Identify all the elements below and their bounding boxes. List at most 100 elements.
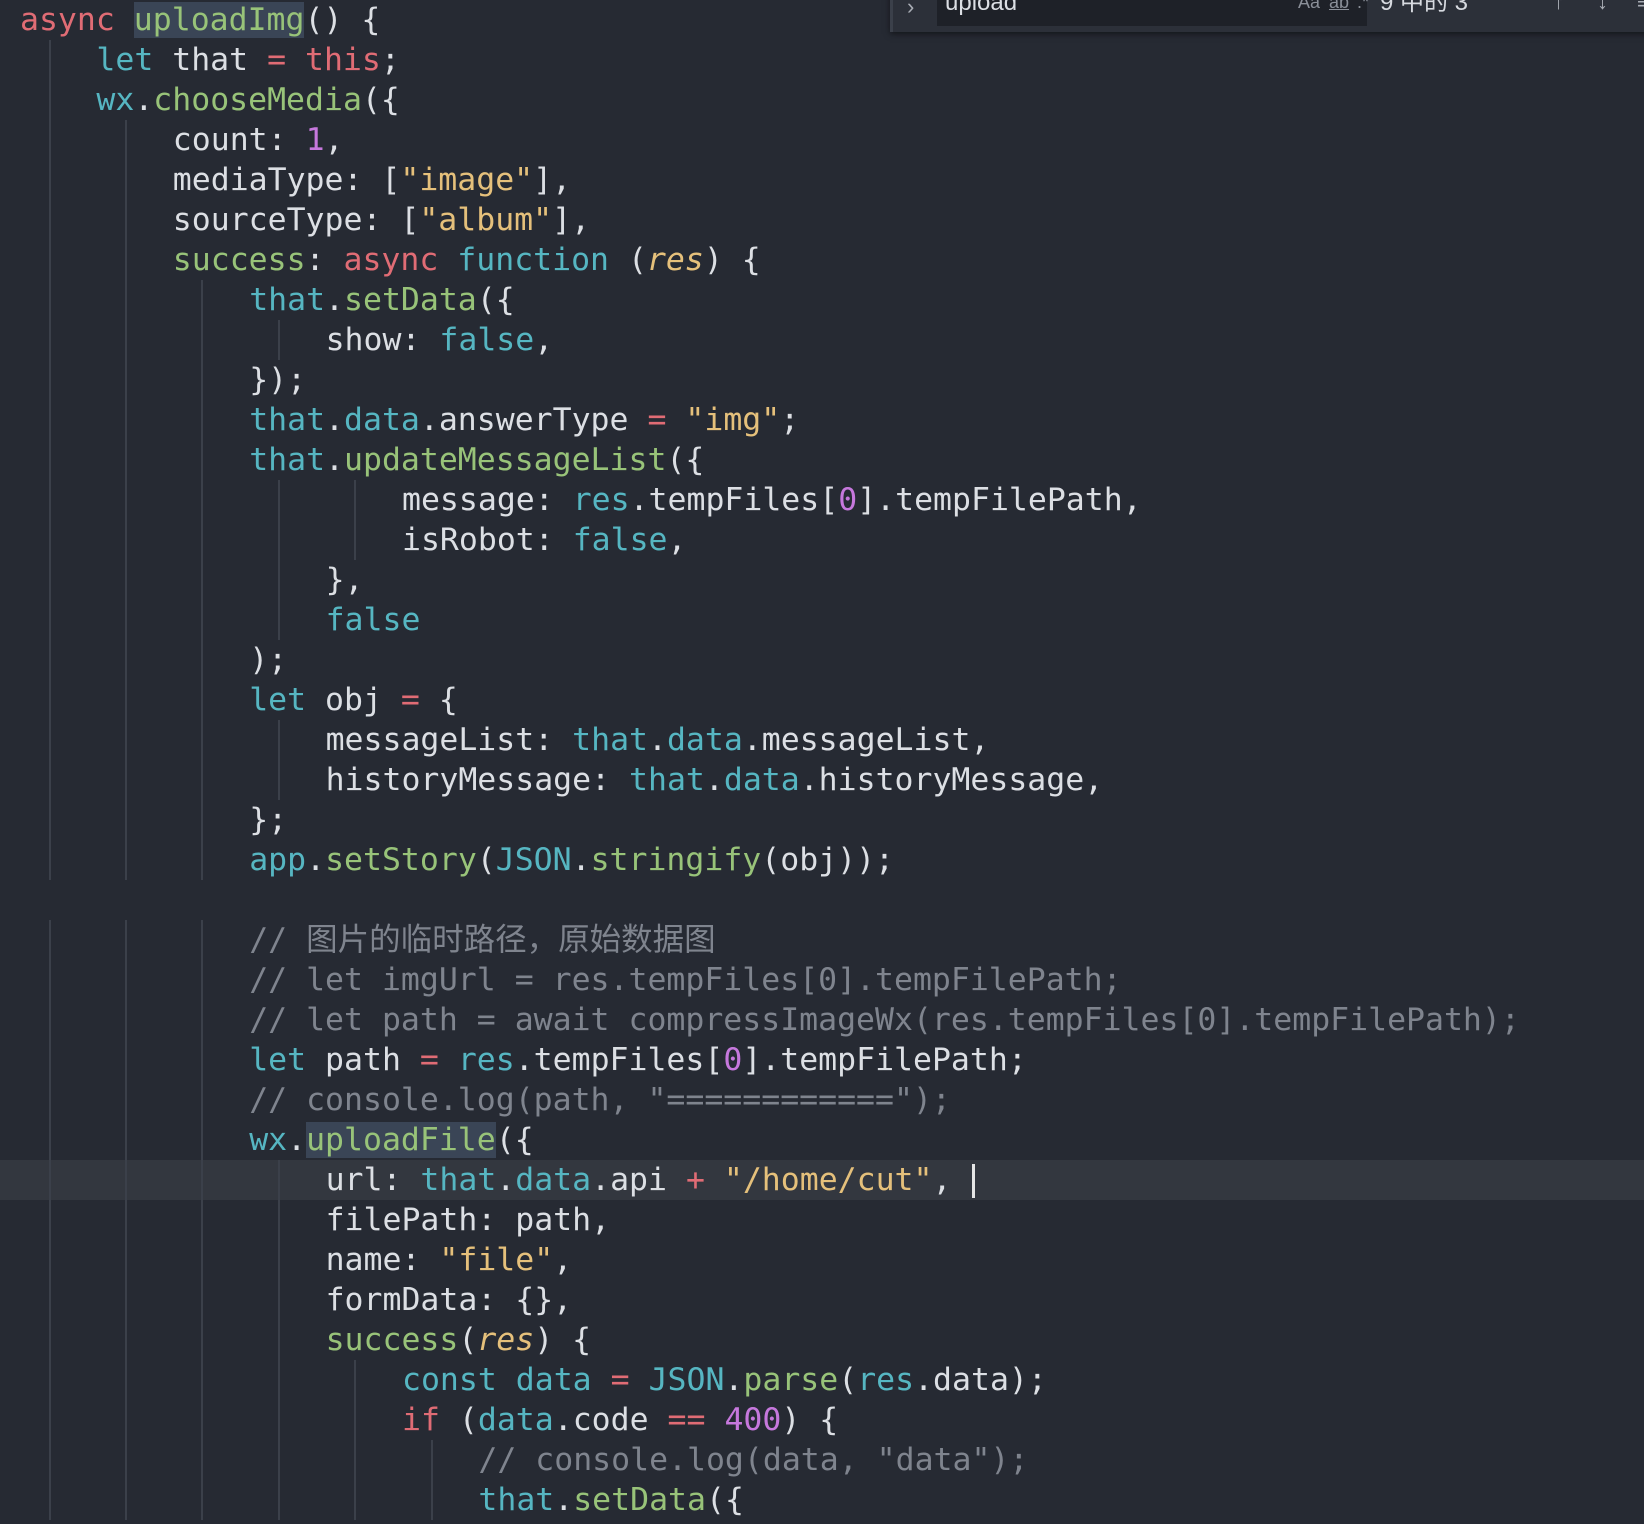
code-token: "file" bbox=[439, 1242, 554, 1278]
code-line[interactable]: sourceType: ["album"], bbox=[0, 200, 1644, 240]
indent-guide bbox=[125, 1240, 128, 1280]
code-line[interactable]: formData: {}, bbox=[0, 1280, 1644, 1320]
indent-guide bbox=[125, 1080, 128, 1120]
code-line[interactable]: }; bbox=[0, 800, 1644, 840]
indent-guide bbox=[354, 1440, 357, 1480]
code-token: data bbox=[723, 762, 800, 798]
indent-guide bbox=[277, 1160, 280, 1200]
indent-guide bbox=[48, 280, 51, 320]
code-token: ( bbox=[458, 1402, 478, 1438]
code-line[interactable]: wx.uploadFile({ bbox=[0, 1120, 1644, 1160]
code-token: .messageList, bbox=[742, 722, 990, 758]
code-line[interactable]: wx.chooseMedia({ bbox=[0, 80, 1644, 120]
code-token: { bbox=[438, 682, 458, 718]
code-line[interactable]: message: res.tempFiles[0].tempFilePath, bbox=[0, 480, 1644, 520]
code-editor[interactable]: async uploadImg() {let that = this; wx.ch… bbox=[0, 0, 1644, 1524]
code-line[interactable]: }, bbox=[0, 560, 1644, 600]
code-line[interactable]: that.data.answerType = "img"; bbox=[0, 400, 1644, 440]
match-whole-word-icon[interactable]: ab bbox=[1329, 0, 1349, 13]
code-line[interactable]: if (data.code == 400) { bbox=[0, 1400, 1644, 1440]
previous-match-icon[interactable]: ↑ bbox=[1553, 0, 1564, 14]
code-line[interactable]: // console.log(data, "data"); bbox=[0, 1440, 1644, 1480]
code-token: res bbox=[857, 1362, 915, 1398]
code-line[interactable]: let obj = { bbox=[0, 680, 1644, 720]
code-line[interactable]: filePath: path, bbox=[0, 1200, 1644, 1240]
indent-guide bbox=[201, 600, 204, 640]
indent-guide bbox=[201, 1080, 204, 1120]
code-token: isRobot: bbox=[402, 522, 573, 558]
code-line[interactable]: app.setStory(JSON.stringify(obj)); bbox=[0, 840, 1644, 880]
code-token: filePath: path, bbox=[325, 1202, 611, 1238]
indent-guide bbox=[201, 1320, 204, 1360]
indent-guide bbox=[125, 680, 128, 720]
indent-guide bbox=[201, 1200, 204, 1240]
code-line[interactable]: false bbox=[0, 600, 1644, 640]
code-line[interactable]: // let path = await compressImageWx(res.… bbox=[0, 1000, 1644, 1040]
code-line[interactable]: // let imgUrl = res.tempFiles[0].tempFil… bbox=[0, 960, 1644, 1000]
indent-guide bbox=[277, 1240, 280, 1280]
indent-guide bbox=[125, 160, 128, 200]
code-token: JSON bbox=[648, 1362, 725, 1398]
code-token: chooseMedia bbox=[153, 82, 362, 118]
code-line[interactable]: const data = JSON.parse(res.data); bbox=[0, 1360, 1644, 1400]
code-token: .tempFiles[ bbox=[514, 1042, 724, 1078]
code-line[interactable]: show: false, bbox=[0, 320, 1644, 360]
indent-guide bbox=[48, 1000, 51, 1040]
code-token: ; bbox=[780, 402, 800, 438]
regex-icon[interactable]: .* bbox=[1357, 0, 1369, 13]
code-token: parse bbox=[743, 1362, 839, 1398]
code-line[interactable]: success: async function (res) { bbox=[0, 240, 1644, 280]
code-lines[interactable]: async uploadImg() {let that = this; wx.ch… bbox=[0, 0, 1644, 1520]
code-line[interactable]: historyMessage: that.data.historyMessage… bbox=[0, 760, 1644, 800]
code-token: = bbox=[647, 402, 686, 438]
code-line[interactable]: // console.log(path, "============"); bbox=[0, 1080, 1644, 1120]
code-line[interactable]: that.updateMessageList({ bbox=[0, 440, 1644, 480]
indent-guide bbox=[201, 440, 204, 480]
code-line[interactable]: messageList: that.data.messageList, bbox=[0, 720, 1644, 760]
indent-guide bbox=[125, 720, 128, 760]
code-line[interactable] bbox=[0, 880, 1644, 920]
code-token: ( bbox=[458, 1322, 478, 1358]
indent-guide bbox=[48, 840, 51, 880]
code-line[interactable]: that.setData({ bbox=[0, 280, 1644, 320]
code-line[interactable]: url: that.data.api + "/home/cut", bbox=[0, 1160, 1644, 1200]
code-token: function bbox=[457, 242, 628, 278]
code-line[interactable]: let that = this; bbox=[0, 40, 1644, 80]
code-line[interactable]: mediaType: ["image"], bbox=[0, 160, 1644, 200]
code-token: ].tempFilePath, bbox=[857, 482, 1142, 518]
indent-guide bbox=[277, 520, 280, 560]
next-match-icon[interactable]: ↓ bbox=[1597, 0, 1608, 14]
code-line[interactable]: }); bbox=[0, 360, 1644, 400]
code-token: // let imgUrl = res.tempFiles[0].tempFil… bbox=[249, 962, 1122, 998]
indent-guide bbox=[48, 520, 51, 560]
find-more-icon[interactable]: ≡ bbox=[1637, 0, 1644, 14]
code-line[interactable]: count: 1, bbox=[0, 120, 1644, 160]
code-line[interactable]: that.setData({ bbox=[0, 1480, 1644, 1520]
code-line[interactable]: ); bbox=[0, 640, 1644, 680]
code-token: ( bbox=[838, 1362, 858, 1398]
code-line[interactable]: // 图片的临时路径，原始数据图 bbox=[0, 920, 1644, 960]
code-token: wx bbox=[249, 1122, 288, 1158]
match-case-icon[interactable]: Aa bbox=[1298, 0, 1320, 13]
indent-guide bbox=[201, 1400, 204, 1440]
code-token: 400 bbox=[724, 1402, 782, 1438]
code-token: const data bbox=[402, 1362, 611, 1398]
indent-guide bbox=[48, 1280, 51, 1320]
find-toggle-replace-icon[interactable]: › bbox=[907, 0, 914, 20]
indent-guide bbox=[48, 360, 51, 400]
code-line[interactable]: isRobot: false, bbox=[0, 520, 1644, 560]
indent-guide bbox=[125, 1360, 128, 1400]
code-token: .answerType bbox=[419, 402, 648, 438]
code-token: that bbox=[478, 1482, 555, 1518]
indent-guide bbox=[125, 600, 128, 640]
code-line[interactable]: name: "file", bbox=[0, 1240, 1644, 1280]
code-token: data bbox=[515, 1162, 592, 1198]
code-token: ); bbox=[249, 642, 288, 678]
code-token: . bbox=[325, 442, 345, 478]
indent-guide bbox=[48, 680, 51, 720]
code-token: res bbox=[646, 242, 704, 278]
indent-guide bbox=[48, 760, 51, 800]
indent-guide bbox=[125, 1480, 128, 1520]
code-line[interactable]: success(res) { bbox=[0, 1320, 1644, 1360]
code-line[interactable]: let path = res.tempFiles[0].tempFilePath… bbox=[0, 1040, 1644, 1080]
